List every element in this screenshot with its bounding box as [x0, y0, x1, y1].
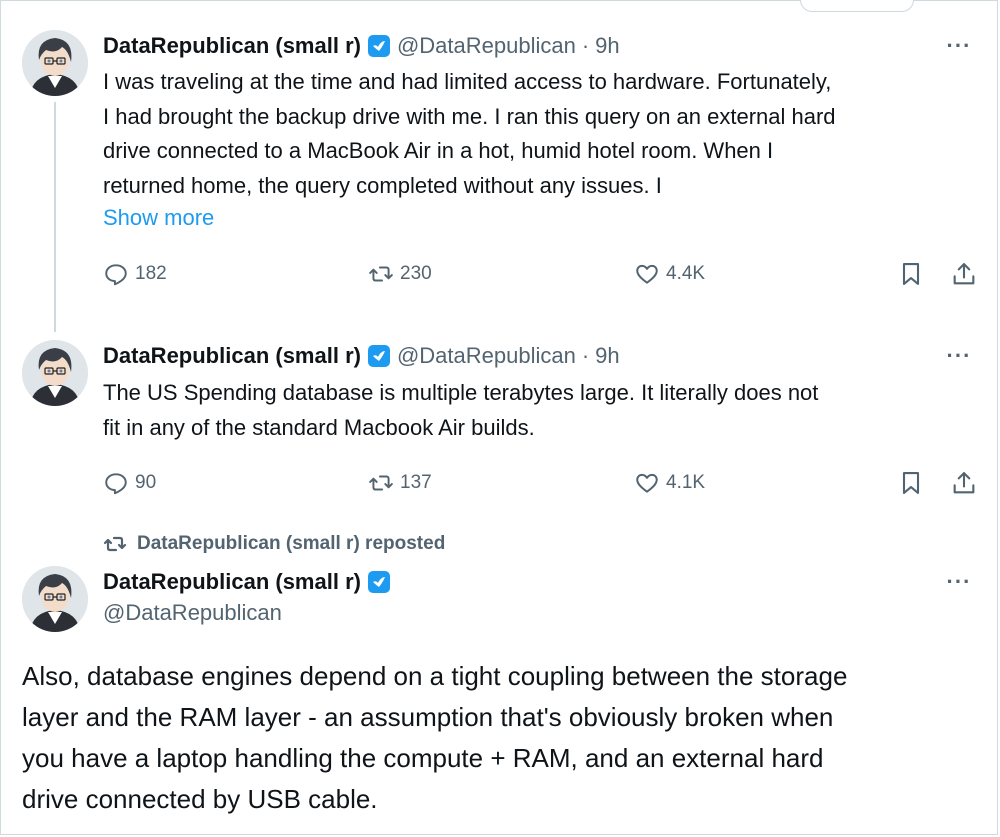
- author-name[interactable]: DataRepublican (small r): [103, 569, 361, 595]
- avatar[interactable]: [22, 30, 88, 96]
- avatar[interactable]: [22, 566, 88, 632]
- verified-badge-icon[interactable]: [367, 570, 391, 594]
- top-control-pill[interactable]: [800, 0, 914, 12]
- repost-icon: [369, 266, 393, 282]
- like-button[interactable]: 4.4K: [634, 259, 705, 289]
- show-more-link[interactable]: Show more: [103, 205, 214, 231]
- tweet-line: layer and the RAM layer - an assumption …: [22, 702, 834, 732]
- repost-count: 230: [400, 263, 432, 284]
- tweet-header: DataRepublican (small r) @DataRepublican…: [103, 341, 620, 371]
- author-handle[interactable]: @DataRepublican: [103, 600, 282, 626]
- tweet-line: The US Spending database is multiple ter…: [103, 380, 819, 405]
- like-count: 4.4K: [666, 263, 706, 284]
- reply-icon: [105, 264, 127, 286]
- tweet-time[interactable]: 9h: [595, 343, 619, 369]
- bookmark-icon[interactable]: [897, 469, 925, 497]
- tweet-line: drive connected by USB cable.: [22, 784, 378, 814]
- thread-connector: [54, 102, 56, 332]
- tweet-line: I was traveling at the time and had limi…: [103, 69, 832, 94]
- repost-attribution[interactable]: DataRepublican (small r) reposted: [103, 530, 445, 558]
- tweet-line: fit in any of the standard Macbook Air b…: [103, 414, 535, 440]
- author-name[interactable]: DataRepublican (small r): [103, 343, 361, 369]
- author-handle[interactable]: @DataRepublican: [397, 33, 576, 59]
- reply-count: 90: [135, 472, 157, 493]
- repost-icon: [103, 536, 127, 552]
- separator-dot: ·: [581, 343, 590, 368]
- like-count: 4.1K: [666, 472, 706, 493]
- tweet-line: returned home, the query completed witho…: [103, 172, 662, 198]
- author-handle[interactable]: @DataRepublican: [397, 343, 576, 369]
- repost-button[interactable]: 137: [368, 468, 432, 498]
- anime-avatar-image: [22, 340, 88, 406]
- more-horizontal-icon[interactable]: ···: [942, 33, 976, 58]
- reply-button[interactable]: 90: [103, 468, 156, 498]
- verified-badge-icon[interactable]: [367, 34, 391, 58]
- share-icon[interactable]: [950, 260, 978, 288]
- share-icon[interactable]: [950, 469, 978, 497]
- reply-icon: [105, 473, 127, 495]
- bookmark-icon[interactable]: [897, 260, 925, 288]
- like-button[interactable]: 4.1K: [634, 468, 705, 498]
- tweet-line: Also, database engines depend on a tight…: [22, 661, 848, 691]
- repost-icon: [369, 475, 393, 491]
- tweet-line: drive connected to a MacBook Air in a ho…: [103, 138, 774, 163]
- reply-button[interactable]: 182: [103, 259, 167, 289]
- repost-attribution-label: DataRepublican (small r) reposted: [137, 533, 446, 554]
- author-name[interactable]: DataRepublican (small r): [103, 33, 361, 59]
- more-horizontal-icon[interactable]: ···: [942, 569, 976, 594]
- tweet-time[interactable]: 9h: [595, 33, 619, 59]
- repost-button[interactable]: 230: [368, 259, 432, 289]
- tweet-line: you have a laptop handling the compute +…: [22, 743, 824, 773]
- tweet-header: DataRepublican (small r): [103, 567, 397, 597]
- reply-count: 182: [135, 263, 167, 284]
- heart-icon: [636, 264, 658, 284]
- repost-count: 137: [400, 472, 432, 493]
- tweet-line: I had brought the backup drive with me. …: [103, 103, 836, 129]
- heart-icon: [636, 473, 658, 493]
- separator-dot: ·: [581, 33, 590, 58]
- tweet-header: DataRepublican (small r) @DataRepublican…: [103, 31, 620, 61]
- reposted-tweet-text: Also, database engines depend on a tight…: [22, 656, 982, 820]
- tweet-text: The US Spending database is multiple ter…: [103, 376, 983, 445]
- anime-avatar-image: [22, 30, 88, 96]
- avatar[interactable]: [22, 340, 88, 406]
- verified-badge-icon[interactable]: [367, 344, 391, 368]
- tweet-text: I was traveling at the time and had limi…: [103, 65, 983, 203]
- anime-avatar-image: [22, 566, 88, 632]
- more-horizontal-icon[interactable]: ···: [942, 343, 976, 368]
